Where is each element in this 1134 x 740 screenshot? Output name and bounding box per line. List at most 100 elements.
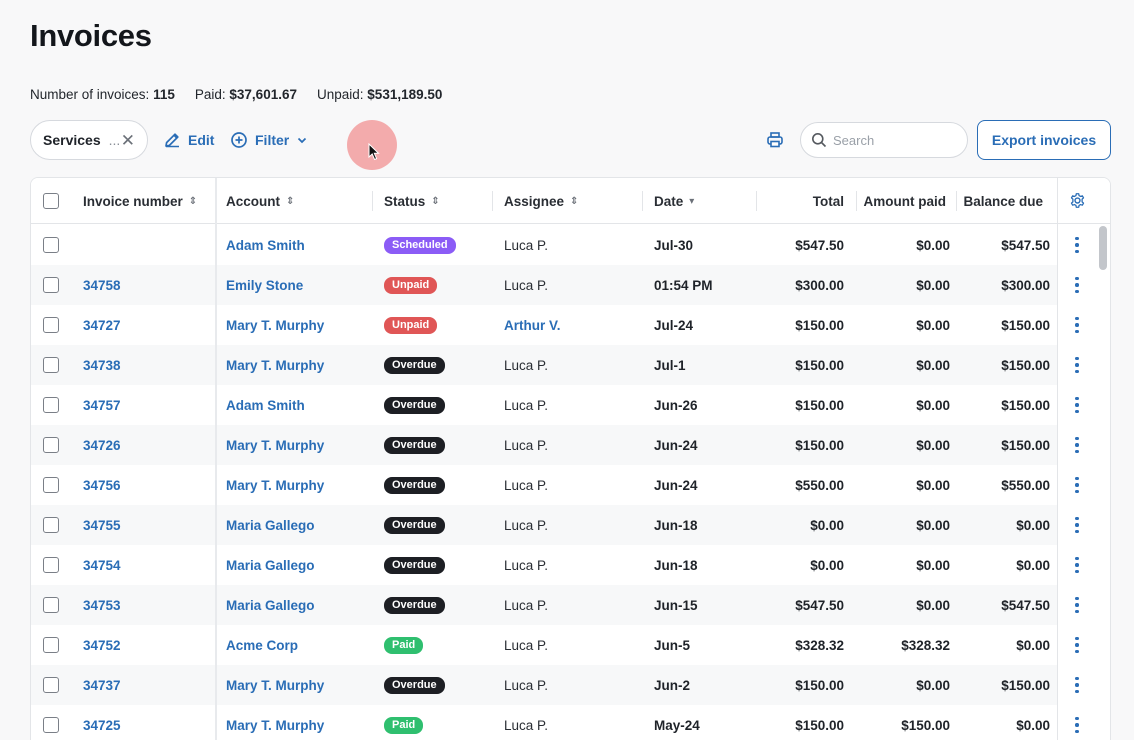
header-assignee[interactable]: Assignee ⇕ xyxy=(504,178,578,224)
table-row[interactable]: 34754 Maria Gallego Overdue Luca P. Jun-18 $0… xyxy=(31,545,1057,585)
invoice-number-link[interactable]: 34753 xyxy=(83,585,121,625)
page-title: Invoices xyxy=(30,18,152,53)
row-checkbox[interactable] xyxy=(43,517,59,533)
account-link[interactable]: Mary T. Murphy xyxy=(226,305,324,345)
invoice-number-link[interactable]: 34727 xyxy=(83,305,121,345)
row-more-icon[interactable] xyxy=(1067,665,1087,705)
amount-paid: $0.00 xyxy=(916,277,950,293)
row-checkbox[interactable] xyxy=(43,717,59,733)
assignee[interactable]: Arthur V. xyxy=(504,305,561,345)
row-more-icon[interactable] xyxy=(1067,585,1087,625)
select-all-checkbox[interactable] xyxy=(43,193,59,209)
row-checkbox[interactable] xyxy=(43,677,59,693)
row-more-icon[interactable] xyxy=(1067,225,1087,265)
row-more-icon[interactable] xyxy=(1067,385,1087,425)
plus-circle-icon xyxy=(231,132,247,148)
export-invoices-button[interactable]: Export invoices xyxy=(977,120,1111,160)
table-row[interactable]: 34726 Mary T. Murphy Overdue Luca P. Jun-24 $… xyxy=(31,425,1057,465)
row-more-icon[interactable] xyxy=(1067,625,1087,665)
search-field[interactable] xyxy=(833,132,953,148)
status-badge: Paid xyxy=(384,716,424,734)
table-header: Invoice number ⇕ Account ⇕ Status ⇕ Assigne… xyxy=(31,178,1110,224)
header-total[interactable]: Total xyxy=(761,178,844,224)
close-icon[interactable]: ✕ xyxy=(121,132,135,149)
row-checkbox[interactable] xyxy=(43,477,59,493)
account-link[interactable]: Maria Gallego xyxy=(226,585,315,625)
row-checkbox[interactable] xyxy=(43,277,59,293)
account-link[interactable]: Mary T. Murphy xyxy=(226,465,324,505)
toolbar: Services ... ✕ Edit Filter Export invoic… xyxy=(30,120,1111,170)
account-link[interactable]: Emily Stone xyxy=(226,265,303,305)
table-row[interactable]: 34738 Mary T. Murphy Overdue Luca P. Jul-1 $1… xyxy=(31,345,1057,385)
row-more-icon[interactable] xyxy=(1067,425,1087,465)
invoice-date: May-24 xyxy=(654,717,700,733)
row-checkbox[interactable] xyxy=(43,437,59,453)
status-badge: Paid xyxy=(384,636,424,654)
filter-button[interactable]: Filter xyxy=(230,120,308,160)
account-link[interactable]: Mary T. Murphy xyxy=(226,345,324,385)
header-invoice-number[interactable]: Invoice number ⇕ xyxy=(83,178,197,224)
invoice-number-link[interactable]: 34755 xyxy=(83,505,121,545)
invoice-number-link[interactable]: 34737 xyxy=(83,665,121,705)
row-more-icon[interactable] xyxy=(1067,305,1087,345)
table-row[interactable]: 34752 Acme Corp Paid Luca P. Jun-5 $328.32 $32… xyxy=(31,625,1057,665)
services-filter-chip[interactable]: Services ... ✕ xyxy=(30,120,148,160)
sort-icon: ⇕ xyxy=(286,195,295,207)
row-more-icon[interactable] xyxy=(1067,345,1087,385)
account-link[interactable]: Mary T. Murphy xyxy=(226,665,324,705)
account-link[interactable]: Mary T. Murphy xyxy=(226,425,324,465)
invoice-number-link[interactable]: 34752 xyxy=(83,625,121,665)
row-checkbox[interactable] xyxy=(43,357,59,373)
account-link[interactable]: Acme Corp xyxy=(226,625,298,665)
sort-icon: ⇕ xyxy=(188,195,198,207)
header-amount-paid[interactable]: Amount paid xyxy=(857,178,947,224)
row-checkbox[interactable] xyxy=(43,317,59,333)
row-select-cell xyxy=(43,425,59,465)
table-row[interactable]: 34737 Mary T. Murphy Overdue Luca P. Jun-2 $1… xyxy=(31,665,1057,705)
row-checkbox[interactable] xyxy=(43,637,59,653)
invoice-number-link[interactable]: 34756 xyxy=(83,465,121,505)
table-row[interactable]: 34757 Adam Smith Overdue Luca P. Jun-26 $150.… xyxy=(31,385,1057,425)
row-checkbox[interactable] xyxy=(43,597,59,613)
edit-button[interactable]: Edit xyxy=(163,120,214,160)
row-more-icon[interactable] xyxy=(1067,465,1087,505)
table-row[interactable]: 34758 Emily Stone Unpaid Luca P. 01:54 PM $30… xyxy=(31,265,1057,305)
header-status[interactable]: Status ⇕ xyxy=(384,178,440,224)
table-row[interactable]: Adam Smith Scheduled Luca P. Jul-30 $547.50 $… xyxy=(31,225,1057,265)
row-checkbox[interactable] xyxy=(43,557,59,573)
invoice-number-link[interactable]: 34725 xyxy=(83,705,121,740)
table-row[interactable]: 34753 Maria Gallego Overdue Luca P. Jun-15 $5… xyxy=(31,585,1057,625)
invoice-number-link[interactable]: 34754 xyxy=(83,545,121,585)
account-link[interactable]: Adam Smith xyxy=(226,385,305,425)
table-row[interactable]: 34725 Mary T. Murphy Paid Luca P. May-24 $150… xyxy=(31,705,1057,740)
amount-paid: $0.00 xyxy=(916,557,950,573)
invoice-number-link[interactable]: 34757 xyxy=(83,385,121,425)
amount-paid: $0.00 xyxy=(916,597,950,613)
account-link[interactable]: Maria Gallego xyxy=(226,505,315,545)
table-row[interactable]: 34727 Mary T. Murphy Unpaid Arthur V. Jul-24… xyxy=(31,305,1057,345)
account-link[interactable]: Adam Smith xyxy=(226,225,305,265)
gear-icon[interactable] xyxy=(1069,192,1086,209)
row-more-icon[interactable] xyxy=(1067,505,1087,545)
search-input[interactable] xyxy=(800,122,968,158)
table-row[interactable]: 34756 Mary T. Murphy Overdue Luca P. Jun-24 $… xyxy=(31,465,1057,505)
invoice-number-link[interactable]: 34738 xyxy=(83,345,121,385)
invoice-number-link[interactable]: 34758 xyxy=(83,265,121,305)
header-account[interactable]: Account ⇕ xyxy=(226,178,294,224)
row-select-cell xyxy=(43,545,59,585)
row-checkbox[interactable] xyxy=(43,237,59,253)
row-checkbox[interactable] xyxy=(43,397,59,413)
print-icon[interactable] xyxy=(766,131,784,149)
account-link[interactable]: Mary T. Murphy xyxy=(226,705,324,740)
row-more-icon[interactable] xyxy=(1067,265,1087,305)
header-balance-due[interactable]: Balance due xyxy=(957,178,1043,224)
invoice-number-link[interactable]: 34726 xyxy=(83,425,121,465)
invoice-date: Jul-30 xyxy=(654,237,694,253)
header-date[interactable]: Date ▾ xyxy=(654,178,694,224)
row-more-icon[interactable] xyxy=(1067,705,1087,740)
vertical-scrollbar[interactable] xyxy=(1099,226,1107,270)
balance-due: $0.00 xyxy=(1016,557,1050,573)
row-more-icon[interactable] xyxy=(1067,545,1087,585)
account-link[interactable]: Maria Gallego xyxy=(226,545,315,585)
table-row[interactable]: 34755 Maria Gallego Overdue Luca P. Jun-18 $0… xyxy=(31,505,1057,545)
